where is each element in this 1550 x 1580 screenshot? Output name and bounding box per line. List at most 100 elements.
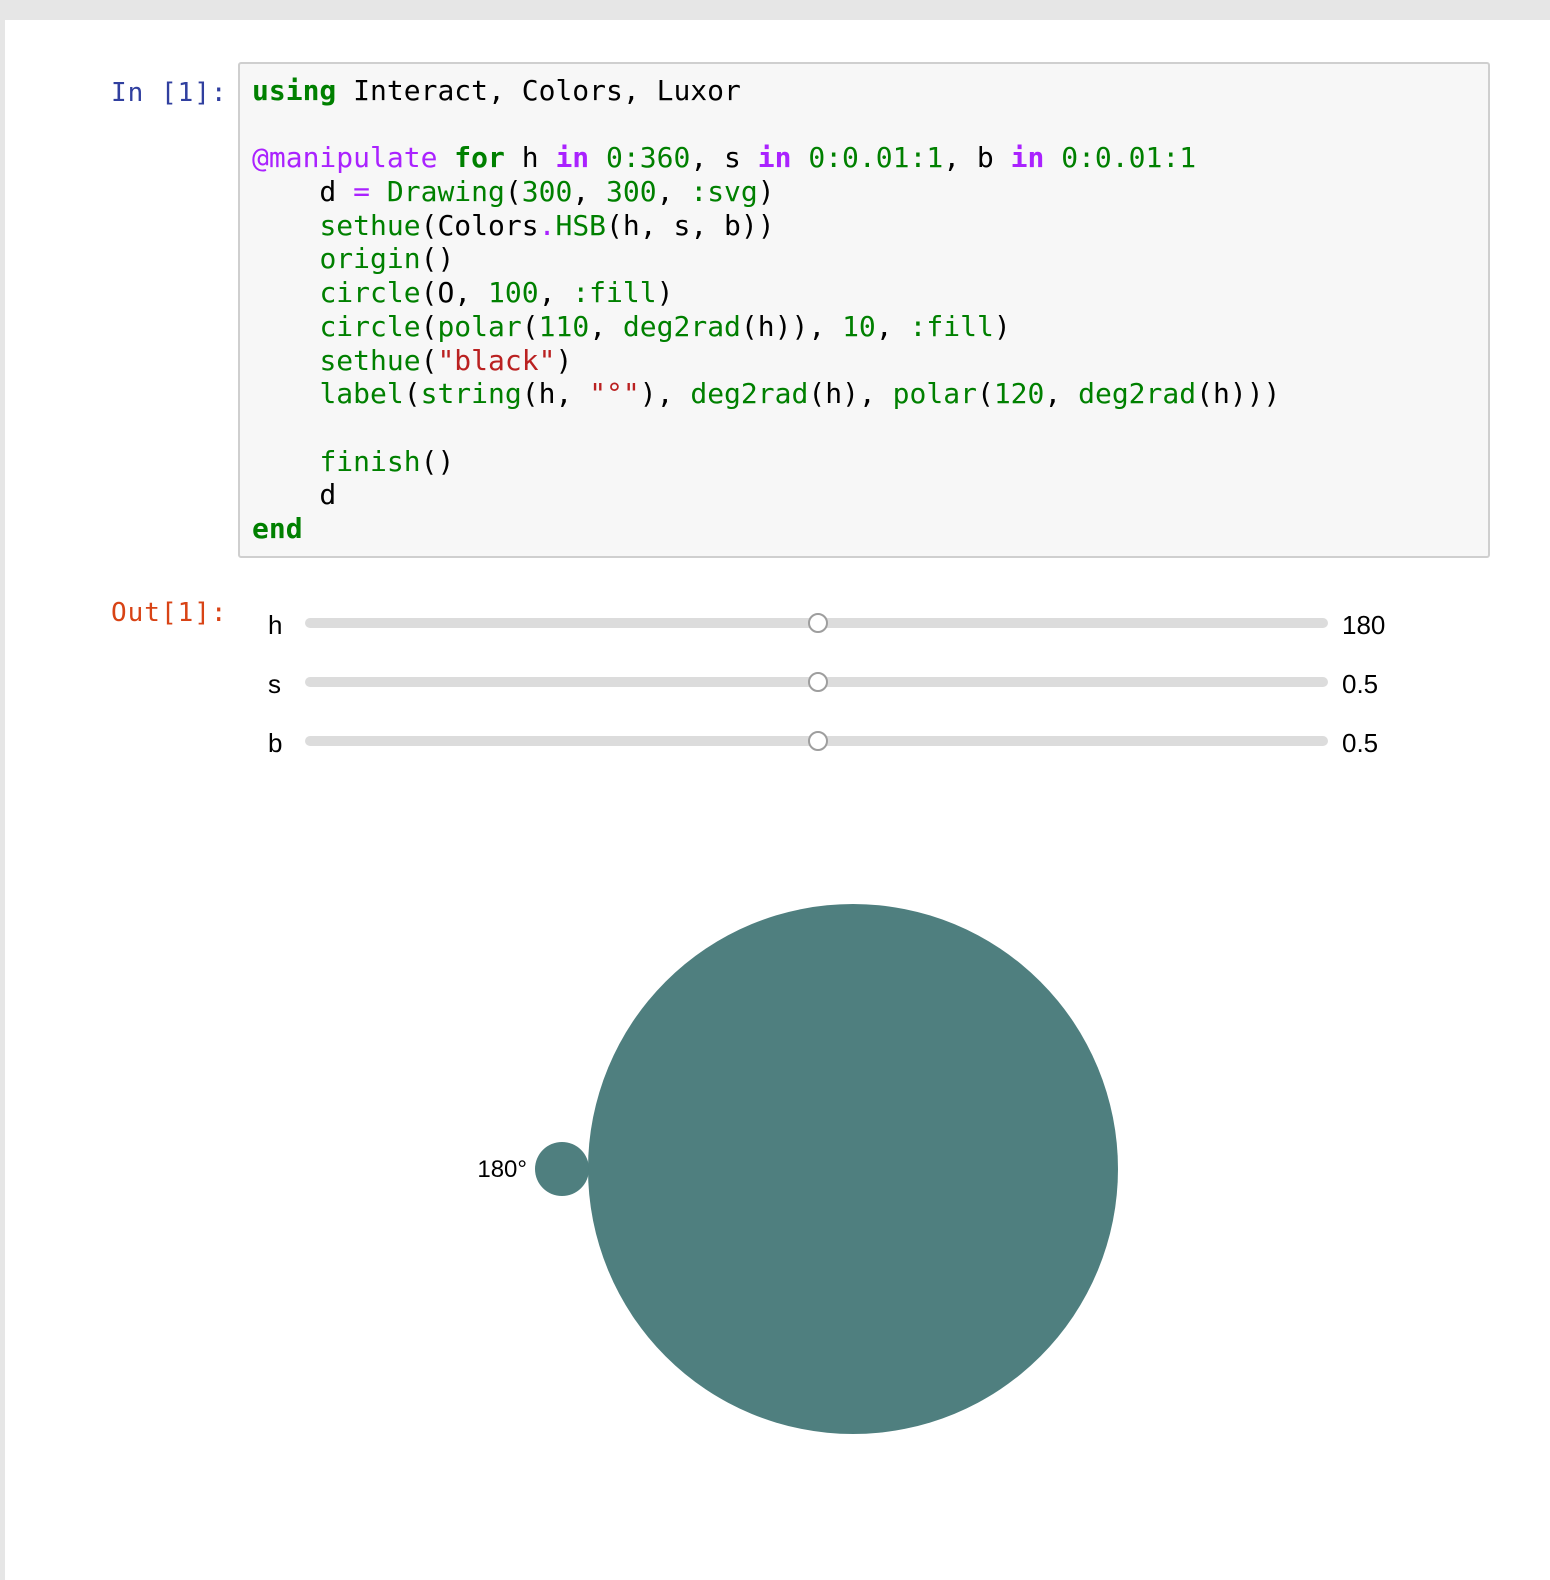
- code-token: string: [420, 377, 522, 411]
- slider-track-h[interactable]: [305, 613, 1328, 633]
- code-line: d = Drawing(300, 300, :svg): [252, 175, 1280, 209]
- slider-label-b: b: [268, 728, 283, 758]
- slider-track-b[interactable]: [305, 731, 1328, 751]
- code-token: circle: [319, 309, 421, 343]
- slider-handle-s[interactable]: [807, 672, 828, 692]
- slider-handle-h[interactable]: [807, 613, 828, 633]
- code-token: ),: [639, 377, 691, 411]
- code-token: Drawing: [386, 175, 505, 209]
- code-token: end: [252, 511, 303, 545]
- code-token: HSB: [555, 208, 607, 242]
- code-token: "°": [589, 377, 640, 411]
- code-line: circle(polar(110, deg2rad(h)), 10, :fill…: [252, 310, 1280, 344]
- code-token: 120: [993, 377, 1045, 411]
- code-token: .: [538, 208, 556, 242]
- code-token: sethue: [319, 208, 421, 242]
- code-line: label(string(h, "°"), deg2rad(h), polar(…: [252, 377, 1280, 411]
- code-token: ): [757, 175, 775, 209]
- code-token: :fill: [909, 309, 994, 343]
- code-token: ,: [538, 276, 573, 310]
- code-token: ,: [589, 309, 623, 343]
- code-token: , s: [690, 141, 758, 175]
- code-token: for: [454, 141, 505, 175]
- hue-indicator-dot: [535, 1142, 589, 1196]
- slider-value-b: 0.5: [1342, 728, 1379, 758]
- code-line: @manipulate for h in 0:360, s in 0:0.01:…: [252, 141, 1280, 175]
- slider-track-s[interactable]: [305, 672, 1328, 692]
- code-line: sethue("black"): [252, 344, 1280, 378]
- code-token: (): [420, 242, 455, 276]
- code-token: @manipulate: [252, 141, 438, 175]
- code-token: 10: [842, 309, 876, 343]
- code-token: (: [403, 377, 421, 411]
- code-token: ,: [875, 309, 910, 343]
- notebook-page: In [1]: using Interact, Colors, Luxor @ma…: [5, 20, 1550, 1580]
- code-token: in: [555, 141, 590, 175]
- code-token: (h, s, b)): [606, 208, 775, 242]
- code-token: label: [319, 377, 404, 411]
- slider-handle-b[interactable]: [807, 731, 828, 751]
- code-token: in: [1010, 141, 1045, 175]
- code-token: ): [656, 276, 674, 310]
- code-token: (: [420, 343, 438, 377]
- code-token: 0:0.01:1: [1061, 141, 1197, 175]
- output-prompt: Out[1]:: [111, 598, 228, 628]
- code-token: 0:360: [606, 141, 691, 175]
- code-line: origin(): [252, 242, 1280, 276]
- code-token: Interact, Colors, Luxor: [336, 74, 741, 107]
- code-token: using: [252, 74, 337, 107]
- code-token: in: [757, 141, 792, 175]
- input-prompt: In [1]:: [111, 78, 228, 108]
- angle-label: 180°: [477, 1156, 527, 1183]
- code-token: sethue: [319, 343, 421, 377]
- code-token: :fill: [572, 276, 657, 310]
- code-token: 100: [488, 276, 539, 310]
- code-token: (: [521, 309, 539, 343]
- code-token: d: [252, 478, 337, 512]
- code-line: d: [252, 478, 1280, 512]
- code-token: ): [555, 343, 573, 377]
- code-token: ,: [656, 175, 691, 209]
- code-token: deg2rad: [622, 309, 741, 343]
- code-token: circle: [319, 276, 421, 310]
- code-token: (Colors: [420, 208, 539, 242]
- code-line: circle(O, 100, :fill): [252, 276, 1280, 310]
- code-token: :svg: [690, 175, 758, 209]
- code-token: (h))): [1196, 377, 1281, 411]
- code-token: finish: [319, 444, 421, 478]
- code-token: =: [353, 175, 371, 209]
- luxor-drawing-output: 180°: [477, 904, 1118, 1434]
- slider-row-b: b 0.5: [260, 722, 1460, 762]
- code-token: polar: [437, 309, 522, 343]
- main-circle: [588, 904, 1118, 1434]
- code-text[interactable]: using Interact, Colors, Luxor @manipulate…: [252, 74, 1280, 546]
- code-line: finish(): [252, 445, 1280, 479]
- slider-row-s: s 0.5: [260, 663, 1460, 703]
- code-token: polar: [892, 377, 977, 411]
- slider-label-s: s: [268, 669, 281, 699]
- slider-label-h: h: [268, 610, 283, 640]
- code-token: (: [420, 309, 438, 343]
- code-token: (O,: [420, 276, 489, 310]
- code-token: 0:0.01:1: [808, 141, 944, 175]
- code-token: "black": [437, 343, 556, 377]
- code-token: deg2rad: [1078, 377, 1197, 411]
- slider-value-s: 0.5: [1342, 669, 1379, 699]
- slider-value-h: 180: [1342, 610, 1386, 640]
- code-token: (: [504, 175, 522, 209]
- code-token: (): [420, 444, 455, 478]
- code-token: ,: [572, 175, 607, 209]
- code-cell-editor[interactable]: using Interact, Colors, Luxor @manipulate…: [238, 62, 1490, 558]
- slider-row-h: h 180: [260, 604, 1460, 644]
- code-token: 110: [538, 309, 590, 343]
- code-token: d: [252, 175, 354, 209]
- code-token: (: [976, 377, 994, 411]
